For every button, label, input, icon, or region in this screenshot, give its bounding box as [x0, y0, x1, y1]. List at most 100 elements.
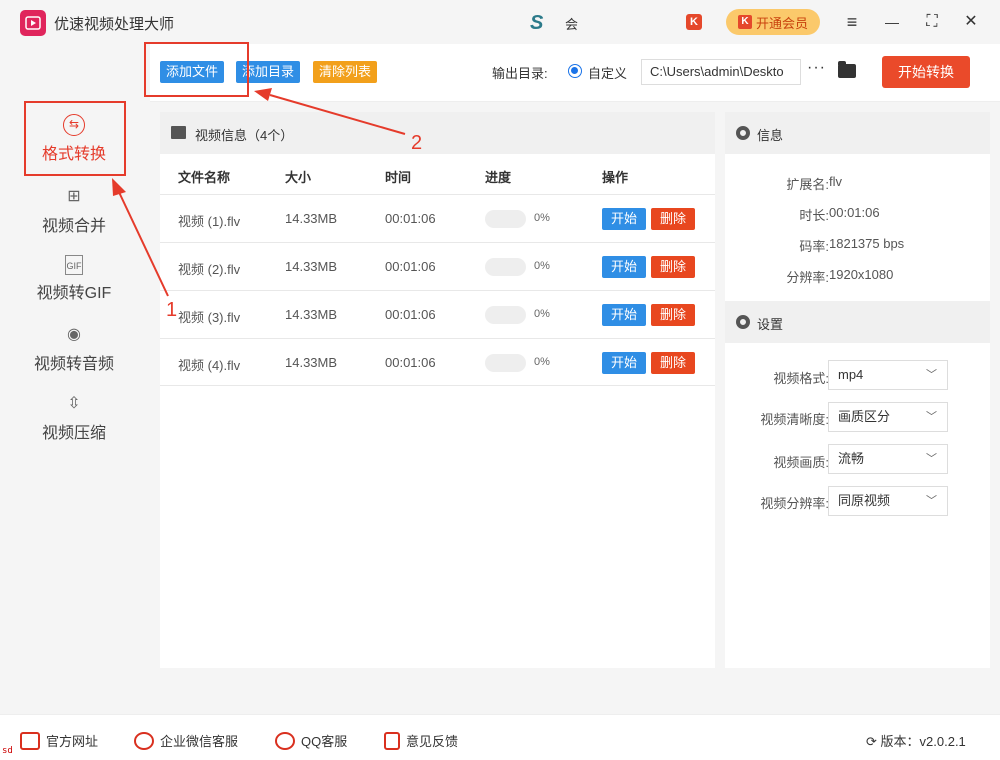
progress-bar — [485, 258, 526, 276]
column-header-action: 操作 — [602, 170, 629, 185]
info-label-bitrate: 码率: — [799, 239, 829, 254]
feedback-icon — [384, 731, 400, 750]
column-header-time: 时间 — [385, 170, 412, 185]
minimize-icon[interactable]: — — [880, 10, 904, 34]
start-button[interactable]: 开始 — [602, 256, 646, 278]
sidebar-item-merge[interactable]: ⊞ 视频合并 — [18, 180, 130, 248]
feedback-label: 意见反馈 — [406, 734, 459, 749]
folder-icon[interactable] — [838, 61, 856, 78]
info-value-bitrate: 1821375 bps — [829, 236, 905, 251]
close-icon[interactable]: ✕ — [959, 10, 983, 34]
file-size: 14.33MB — [285, 307, 338, 322]
info-label-duration: 时长: — [799, 208, 829, 223]
table-row[interactable]: 视频 (4).flv 14.33MB 00:01:06 0% 开始 删除 — [160, 338, 715, 386]
version-label: 版本：v2.0.2.1 — [880, 734, 966, 749]
app-logo-icon — [20, 10, 46, 36]
file-size: 14.33MB — [285, 211, 338, 226]
wechat-service-label: 企业微信客服 — [160, 734, 239, 749]
audio-icon: ◉ — [67, 326, 81, 343]
sidebar-item-label: 视频压缩 — [41, 425, 106, 442]
more-options-button[interactable]: ··· — [807, 59, 826, 77]
column-header-progress: 进度 — [485, 170, 512, 185]
progress-bar — [485, 354, 526, 372]
output-path-input[interactable]: C:\Users\admin\Deskto — [641, 59, 801, 85]
version-text: ⟳ 版本：v2.0.2.1 — [866, 731, 966, 750]
start-convert-button[interactable]: 开始转换 — [882, 56, 970, 88]
sidebar-item-label: 视频转音频 — [33, 356, 114, 373]
file-name: 视频 (1).flv — [178, 214, 241, 229]
vip-icon: K — [737, 15, 752, 29]
info-label-resolution: 分辨率: — [786, 270, 829, 285]
delete-button[interactable]: 删除 — [651, 304, 695, 326]
k-brand-icon[interactable]: K — [686, 14, 702, 30]
select-value: 画质区分 — [838, 409, 891, 424]
menu-icon[interactable]: ≡ — [840, 10, 864, 34]
progress-bar — [485, 210, 526, 228]
start-button[interactable]: 开始 — [602, 208, 646, 230]
start-button[interactable]: 开始 — [602, 352, 646, 374]
qq-service-label: QQ客服 — [301, 734, 348, 749]
progress-text: 0% — [534, 308, 550, 320]
qq-service-link[interactable]: QQ客服 — [275, 731, 347, 750]
progress-bar — [485, 306, 526, 324]
delete-button[interactable]: 删除 — [651, 256, 695, 278]
highlight-box-format-convert — [24, 101, 126, 176]
sidebar-item-label: 视频合并 — [41, 218, 106, 235]
info-label-extension: 扩展名: — [786, 177, 829, 192]
table-row[interactable]: 视频 (2).flv 14.33MB 00:01:06 0% 开始 删除 — [160, 242, 715, 290]
title-bar: 优速视频处理大师 S 会 K K 开通会员 ≡ — ⛶ ✕ — [0, 0, 1000, 44]
user-avatar-icon[interactable]: S — [530, 12, 543, 35]
info-header: 信息 — [725, 112, 990, 154]
info-value-extension: flv — [829, 174, 842, 189]
settings-header: 设置 — [725, 301, 990, 343]
sidebar-item-label: 视频转GIF — [36, 285, 112, 302]
setting-label-quality: 视频画质: — [773, 455, 829, 470]
setting-label-resolution: 视频分辨率: — [760, 496, 829, 511]
sidebar-item-compress[interactable]: ⇳ 视频压缩 — [18, 387, 130, 455]
file-time: 00:01:06 — [385, 259, 436, 274]
app-title: 优速视频处理大师 — [54, 16, 175, 33]
table-row[interactable]: 视频 (3).flv 14.33MB 00:01:06 0% 开始 删除 — [160, 290, 715, 338]
website-icon — [20, 731, 40, 750]
chevron-down-icon: ﹀ — [926, 453, 937, 465]
wechat-service-link[interactable]: 企业微信客服 — [134, 731, 238, 750]
delete-button[interactable]: 删除 — [651, 352, 695, 374]
video-resolution-select[interactable]: 同原视频 ﹀ — [828, 486, 948, 516]
maximize-icon[interactable]: ⛶ — [920, 10, 944, 34]
progress-text: 0% — [534, 356, 550, 368]
info-panel: 信息 扩展名: flv 时长: 00:01:06 码率: 1821375 bps… — [725, 112, 990, 668]
start-button[interactable]: 开始 — [602, 304, 646, 326]
gif-icon: GIF — [65, 255, 83, 275]
sidebar-item-gif[interactable]: GIF 视频转GIF — [18, 249, 130, 317]
info-value-resolution: 1920x1080 — [829, 267, 894, 282]
qq-icon — [275, 731, 295, 750]
video-quality-select[interactable]: 流畅 ﹀ — [828, 444, 948, 474]
file-list-header: 视频信息（4个） — [160, 112, 715, 154]
setting-label-format: 视频格式: — [773, 371, 829, 386]
select-value: 流畅 — [838, 451, 865, 466]
file-size: 14.33MB — [285, 259, 338, 274]
progress-text: 0% — [534, 260, 550, 272]
user-name[interactable]: 会 — [565, 14, 578, 33]
video-clarity-select[interactable]: 画质区分 ﹀ — [828, 402, 948, 432]
file-time: 00:01:06 — [385, 211, 436, 226]
info-title: 信息 — [757, 128, 784, 143]
vip-button[interactable]: K 开通会员 — [726, 9, 820, 35]
vip-label: 开通会员 — [755, 15, 808, 31]
table-row[interactable]: 视频 (1).flv 14.33MB 00:01:06 0% 开始 删除 — [160, 194, 715, 242]
custom-radio[interactable] — [568, 64, 582, 78]
setting-label-clarity: 视频清晰度: — [760, 412, 829, 427]
custom-radio-label[interactable]: 自定义 — [588, 63, 627, 82]
sidebar-item-audio[interactable]: ◉ 视频转音频 — [18, 318, 130, 386]
video-format-select[interactable]: mp4 ﹀ — [828, 360, 948, 390]
delete-button[interactable]: 删除 — [651, 208, 695, 230]
select-value: mp4 — [838, 367, 864, 382]
feedback-link[interactable]: 意见反馈 — [384, 731, 458, 750]
footer: 官方网址 企业微信客服 QQ客服 意见反馈 ⟳ 版本：v2.0.2.1 — [0, 714, 1000, 760]
official-site-link[interactable]: 官方网址 — [20, 731, 98, 750]
clear-list-button[interactable]: 清除列表 — [313, 61, 378, 83]
file-time: 00:01:06 — [385, 307, 436, 322]
toolbar: 添加文件 添加目录 清除列表 输出目录: 自定义 C:\Users\admin\… — [150, 44, 1000, 102]
refresh-icon[interactable]: ⟳ — [866, 734, 877, 749]
file-name: 视频 (2).flv — [178, 262, 241, 277]
